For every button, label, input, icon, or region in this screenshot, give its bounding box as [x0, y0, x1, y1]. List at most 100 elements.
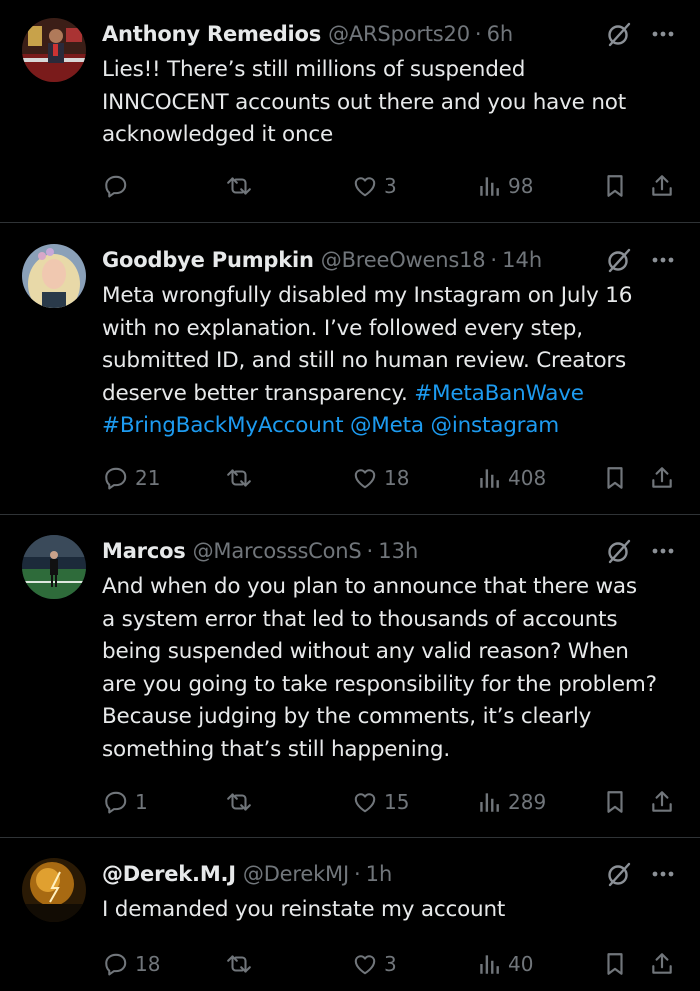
share-icon: [649, 173, 675, 199]
grok-icon[interactable]: [604, 536, 634, 566]
display-name[interactable]: Goodbye Pumpkin: [102, 248, 314, 272]
views-button[interactable]: 408: [478, 462, 546, 494]
grok-icon[interactable]: [604, 245, 634, 275]
views-icon: [478, 789, 502, 815]
separator-dot: ·: [366, 539, 374, 563]
repost-icon: [223, 465, 255, 491]
grok-icon[interactable]: [604, 19, 634, 49]
reply-tweet[interactable]: Anthony Remedios @ARSports20 · 6h Lies!!…: [0, 0, 700, 222]
like-button[interactable]: 3: [352, 170, 397, 202]
tweet-header: Goodbye Pumpkin @BreeOwens18 · 14h: [102, 245, 542, 275]
tweet-text-line: Lies!! There’s still millions of suspend…: [102, 54, 682, 87]
text-segment: being suspended without any valid reason…: [102, 639, 629, 664]
hashtag-link[interactable]: #BringBackMyAccount: [102, 413, 344, 438]
bookmark-icon: [603, 465, 627, 491]
text-segment: deserve better transparency.: [102, 380, 415, 406]
like-count: 3: [384, 174, 397, 198]
avatar[interactable]: [22, 535, 86, 599]
display-name[interactable]: @Derek.M.J: [102, 862, 236, 886]
timestamp[interactable]: 14h: [502, 248, 542, 272]
text-segment: something that’s still happening.: [102, 736, 451, 762]
share-button[interactable]: [649, 462, 675, 494]
avatar[interactable]: [22, 244, 86, 308]
mention-link[interactable]: @Meta: [350, 413, 424, 438]
like-count: 18: [384, 466, 410, 490]
reply-count: 18: [135, 952, 161, 976]
tweet-text-line: a system error that led to thousands of …: [102, 604, 682, 637]
tweet-text-line: are you going to take responsibility for…: [102, 669, 682, 702]
text-segment: Lies!! There’s still millions of suspend…: [102, 57, 526, 82]
text-segment: with no explanation. I’ve followed every…: [102, 315, 583, 341]
more-icon[interactable]: [648, 536, 678, 566]
view-count: 408: [508, 466, 547, 490]
share-button[interactable]: [649, 170, 675, 202]
share-button[interactable]: [649, 948, 675, 980]
display-name[interactable]: Marcos: [102, 539, 186, 563]
repost-button[interactable]: [223, 786, 261, 818]
view-count: 98: [508, 174, 534, 198]
reply-button[interactable]: [103, 170, 135, 202]
tweet-text-line: I demanded you reinstate my account: [102, 894, 682, 927]
timestamp[interactable]: 6h: [487, 22, 514, 46]
view-count: 289: [508, 790, 547, 814]
share-button[interactable]: [649, 786, 675, 818]
grok-icon[interactable]: [604, 859, 634, 889]
repost-button[interactable]: [223, 170, 261, 202]
more-icon[interactable]: [648, 245, 678, 275]
text-segment: [424, 413, 431, 438]
user-handle[interactable]: @MarcosssConS: [193, 539, 362, 563]
reply-tweet[interactable]: Goodbye Pumpkin @BreeOwens18 · 14h Meta …: [0, 223, 700, 514]
views-button[interactable]: 289: [478, 786, 546, 818]
tweet-text-line: acknowledged it once: [102, 119, 682, 152]
views-button[interactable]: 40: [478, 948, 533, 980]
separator-dot: ·: [353, 862, 361, 886]
like-icon: [352, 951, 378, 977]
repost-button[interactable]: [223, 948, 261, 980]
reply-button[interactable]: 1: [103, 786, 148, 818]
user-handle[interactable]: @ARSports20: [328, 22, 470, 46]
like-button[interactable]: 18: [352, 462, 409, 494]
tweet-text-line: being suspended without any valid reason…: [102, 636, 682, 669]
bookmark-icon: [603, 789, 627, 815]
repost-button[interactable]: [223, 462, 261, 494]
reply-tweet[interactable]: @Derek.M.J @DerekMJ · 1h I demanded you …: [0, 838, 700, 991]
tweet-text-line: Because judging by the comments, it’s cl…: [102, 701, 682, 734]
like-icon: [352, 173, 378, 199]
repost-icon: [223, 789, 255, 815]
text-segment: And when do you plan to announce that th…: [102, 574, 637, 599]
reply-icon: [103, 951, 129, 977]
like-button[interactable]: 15: [352, 786, 409, 818]
text-segment: a system error that led to thousands of …: [102, 606, 618, 632]
views-icon: [478, 173, 502, 199]
hashtag-link[interactable]: #MetaBanWave: [414, 381, 584, 406]
avatar[interactable]: [22, 858, 86, 922]
view-count: 40: [508, 952, 534, 976]
mention-link[interactable]: @instagram: [431, 413, 560, 438]
text-segment: [343, 413, 350, 438]
bookmark-button[interactable]: [603, 462, 627, 494]
views-button[interactable]: 98: [478, 170, 533, 202]
like-icon: [352, 789, 378, 815]
reply-tweet[interactable]: Marcos @MarcosssConS · 13h And when do y…: [0, 515, 700, 837]
reply-count: 21: [135, 466, 161, 490]
tweet-text-line: #BringBackMyAccount @Meta @instagram: [102, 410, 682, 443]
tweet-text-line: And when do you plan to announce that th…: [102, 571, 682, 604]
timestamp[interactable]: 13h: [378, 539, 418, 563]
bookmark-button[interactable]: [603, 948, 627, 980]
like-button[interactable]: 3: [352, 948, 397, 980]
more-icon[interactable]: [648, 19, 678, 49]
reply-button[interactable]: 21: [103, 462, 160, 494]
timestamp[interactable]: 1h: [366, 862, 393, 886]
avatar[interactable]: [22, 18, 86, 82]
more-icon[interactable]: [648, 859, 678, 889]
reply-button[interactable]: 18: [103, 948, 160, 980]
tweet-text: And when do you plan to announce that th…: [102, 571, 682, 766]
bookmark-button[interactable]: [603, 170, 627, 202]
views-icon: [478, 951, 502, 977]
bookmark-button[interactable]: [603, 786, 627, 818]
share-icon: [649, 789, 675, 815]
user-handle[interactable]: @DerekMJ: [243, 862, 349, 886]
display-name[interactable]: Anthony Remedios: [102, 22, 321, 46]
text-segment: are you going to take responsibility for…: [102, 671, 657, 697]
user-handle[interactable]: @BreeOwens18: [321, 248, 486, 272]
